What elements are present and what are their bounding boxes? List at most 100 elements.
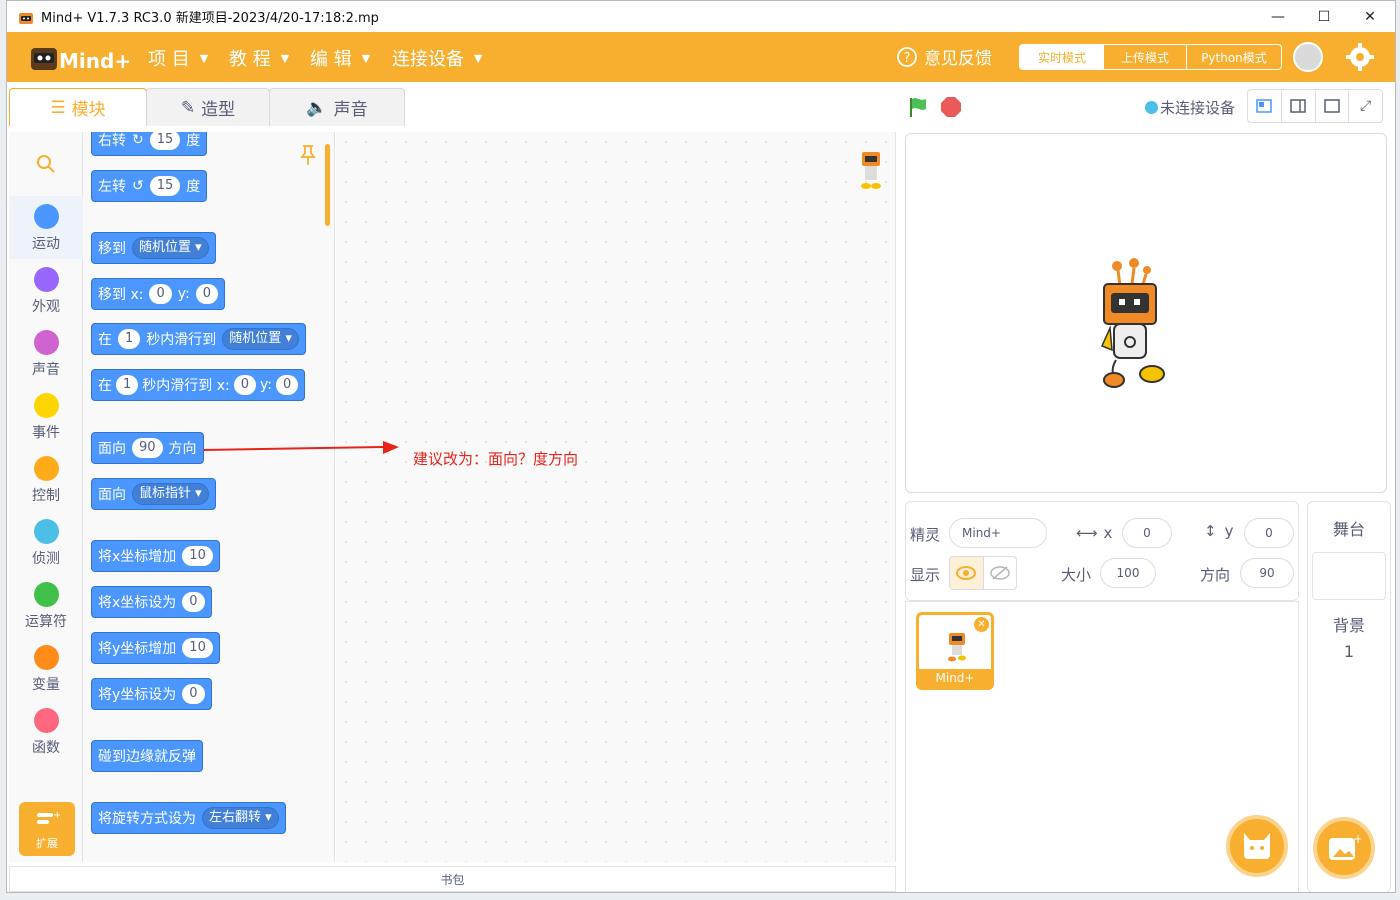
block-input[interactable]: 15 (149, 132, 181, 150)
fullscreen-button[interactable]: ⤢ (1349, 90, 1382, 122)
block-change-y[interactable]: 将y坐标增加 10 (91, 632, 220, 664)
block-set-y[interactable]: 将y坐标设为 0 (91, 678, 212, 710)
block-point-direction[interactable]: 面向 90 方向 (91, 432, 204, 464)
y-input[interactable]: 0 (1244, 518, 1294, 548)
category-operators[interactable]: 运算符 (9, 574, 83, 637)
block-dropdown[interactable]: 随机位置 ▾ (222, 328, 299, 350)
connection-status: 未连接设备 (1145, 97, 1235, 118)
block-goto-xy[interactable]: 移到 x: 0 y: 0 (91, 278, 225, 310)
vertical-arrows-icon: ↕ (1204, 522, 1217, 540)
gear-icon[interactable] (1345, 42, 1375, 72)
hide-sprite-button[interactable] (982, 557, 1017, 589)
tab-costumes[interactable]: ✎ 造型 (146, 88, 270, 126)
mode-realtime[interactable]: 实时模式 (1020, 45, 1104, 69)
block-input[interactable]: 10 (182, 638, 213, 658)
stage-thumbnail[interactable] (1312, 552, 1386, 600)
menu-bar: Mind+ 项 目 ▼ 教 程 ▼ 编 辑 ▼ 连接设备 ▼ ? 意见反馈 实时模式 上… (7, 32, 1395, 82)
block-rotation-style[interactable]: 将旋转方式设为 左右翻转 ▾ (91, 802, 286, 834)
add-sprite-button[interactable] (1226, 815, 1288, 877)
layout-small-stage-button[interactable] (1248, 90, 1282, 122)
extensions-button[interactable]: + 扩展 (19, 802, 75, 856)
show-sprite-button[interactable] (950, 557, 983, 589)
mode-upload[interactable]: 上传模式 (1104, 45, 1186, 69)
category-functions[interactable]: 函数 (9, 700, 83, 763)
tab-sounds[interactable]: 🔈 声音 (269, 88, 405, 126)
close-button[interactable]: ✕ (1347, 1, 1393, 32)
category-events[interactable]: 事件 (9, 385, 83, 448)
sprite-tile-name: Mind+ (919, 669, 991, 687)
add-backdrop-button[interactable]: + (1313, 817, 1375, 879)
block-glide[interactable]: 在 1 秒内滑行到 随机位置 ▾ (91, 323, 306, 355)
avatar[interactable] (1293, 42, 1323, 72)
backpack[interactable]: 书包 (9, 866, 896, 892)
layout-switch: ⤢ (1247, 89, 1383, 123)
block-input[interactable]: 0 (182, 592, 205, 612)
menu-tutorial[interactable]: 教 程 ▼ (229, 45, 289, 71)
size-input[interactable]: 100 (1100, 558, 1156, 588)
block-input[interactable]: 10 (182, 546, 213, 566)
palette-scrollbar[interactable] (325, 144, 330, 226)
block-input[interactable]: 0 (276, 375, 299, 395)
menu-edit[interactable]: 编 辑 ▼ (310, 45, 370, 71)
block-input[interactable]: 1 (118, 329, 141, 349)
stop-icon[interactable] (939, 95, 963, 119)
category-variables[interactable]: 变量 (9, 637, 83, 700)
block-change-x[interactable]: 将x坐标增加 10 (91, 540, 220, 572)
search-button[interactable] (9, 132, 83, 195)
tab-blocks[interactable]: ☰ 模块 (9, 88, 147, 126)
size-label: 大小 (1061, 566, 1092, 584)
category-motion[interactable]: 运动 (9, 196, 83, 259)
block-dropdown[interactable]: 鼠标指针 ▾ (132, 483, 209, 505)
block-dropdown[interactable]: 随机位置 ▾ (132, 237, 209, 259)
category-sensing[interactable]: 侦测 (9, 511, 83, 574)
title-bar: Mind+ V1.7.3 RC3.0 新建项目-2023/4/20-17:18:… (7, 1, 1395, 32)
block-set-x[interactable]: 将x坐标设为 0 (91, 586, 212, 618)
block-goto[interactable]: 移到 随机位置 ▾ (91, 232, 216, 264)
menu-project[interactable]: 项 目 ▼ (148, 45, 208, 71)
block-input[interactable]: 90 (132, 438, 163, 458)
block-input[interactable]: 0 (233, 375, 257, 395)
block-input[interactable]: 1 (116, 375, 139, 395)
sprite-tile[interactable]: ✕ Mind+ (916, 612, 994, 690)
sprite-info-panel: 精灵 Mind+ ⟷ x 0 ↕ y 0 显示 大小 100 方向 90 (905, 501, 1299, 601)
block-bounce[interactable]: 碰到边缘就反弹 (91, 740, 203, 772)
layout-normal-stage-button[interactable] (1282, 90, 1316, 122)
minimize-button[interactable]: — (1255, 1, 1301, 32)
maximize-button[interactable]: ☐ (1301, 1, 1347, 32)
block-input[interactable]: 15 (149, 176, 181, 196)
menu-connect[interactable]: 连接设备 ▼ (392, 45, 482, 71)
category-looks[interactable]: 外观 (9, 259, 83, 322)
category-dot (33, 393, 59, 418)
block-point-towards[interactable]: 面向 鼠标指针 ▾ (91, 478, 216, 510)
status-dot (1145, 101, 1158, 114)
delete-sprite-icon[interactable]: ✕ (974, 617, 989, 632)
mode-python[interactable]: Python模式 (1187, 45, 1281, 69)
block-turn-right[interactable]: 右转 ↻ 15 度 (91, 132, 208, 156)
sprite-name-input[interactable]: Mind+ (949, 518, 1047, 548)
feedback-button[interactable]: ? 意见反馈 (896, 44, 992, 69)
block-glide-xy[interactable]: 在 1 秒内滑行到 x: 0 y: 0 (91, 369, 306, 401)
block-input[interactable]: 0 (182, 684, 205, 704)
window-title: Mind+ V1.7.3 RC3.0 新建项目-2023/4/20-17:18:… (41, 11, 379, 26)
category-sound[interactable]: 声音 (9, 322, 83, 385)
block-dropdown[interactable]: 左右翻转 ▾ (202, 807, 279, 829)
layout-large-stage-button[interactable] (1316, 90, 1350, 122)
mindplus-robot-sprite[interactable] (1094, 256, 1168, 392)
mode-switch: 实时模式 上传模式 Python模式 (1019, 44, 1282, 70)
block-palette: 右转 ↻ 15 度 左转 ↺ 15 度 移到 随机位置 ▾ 移到 x: 0 y: 0 在 1 秒内滑行到… (83, 132, 335, 862)
eye-slash-icon (990, 566, 1010, 580)
chevron-down-icon: ▼ (361, 51, 371, 65)
stage[interactable] (905, 133, 1387, 493)
category-control[interactable]: 控制 (9, 448, 83, 511)
green-flag-icon[interactable] (907, 95, 931, 119)
direction-input[interactable]: 90 (1240, 558, 1294, 588)
category-dot (33, 519, 59, 544)
pin-icon[interactable] (299, 144, 317, 166)
block-input[interactable]: 0 (149, 284, 172, 304)
block-input[interactable]: 0 (195, 284, 218, 304)
x-input[interactable]: 0 (1122, 518, 1172, 548)
code-workspace[interactable]: ↺ ↻ ⌗ ⊕ ⊖ = (336, 132, 1202, 862)
sprite-thumbnail-icon (861, 152, 881, 189)
mindplus-logo[interactable]: Mind+ (29, 40, 129, 76)
block-turn-left[interactable]: 左转 ↺ 15 度 (91, 170, 208, 202)
